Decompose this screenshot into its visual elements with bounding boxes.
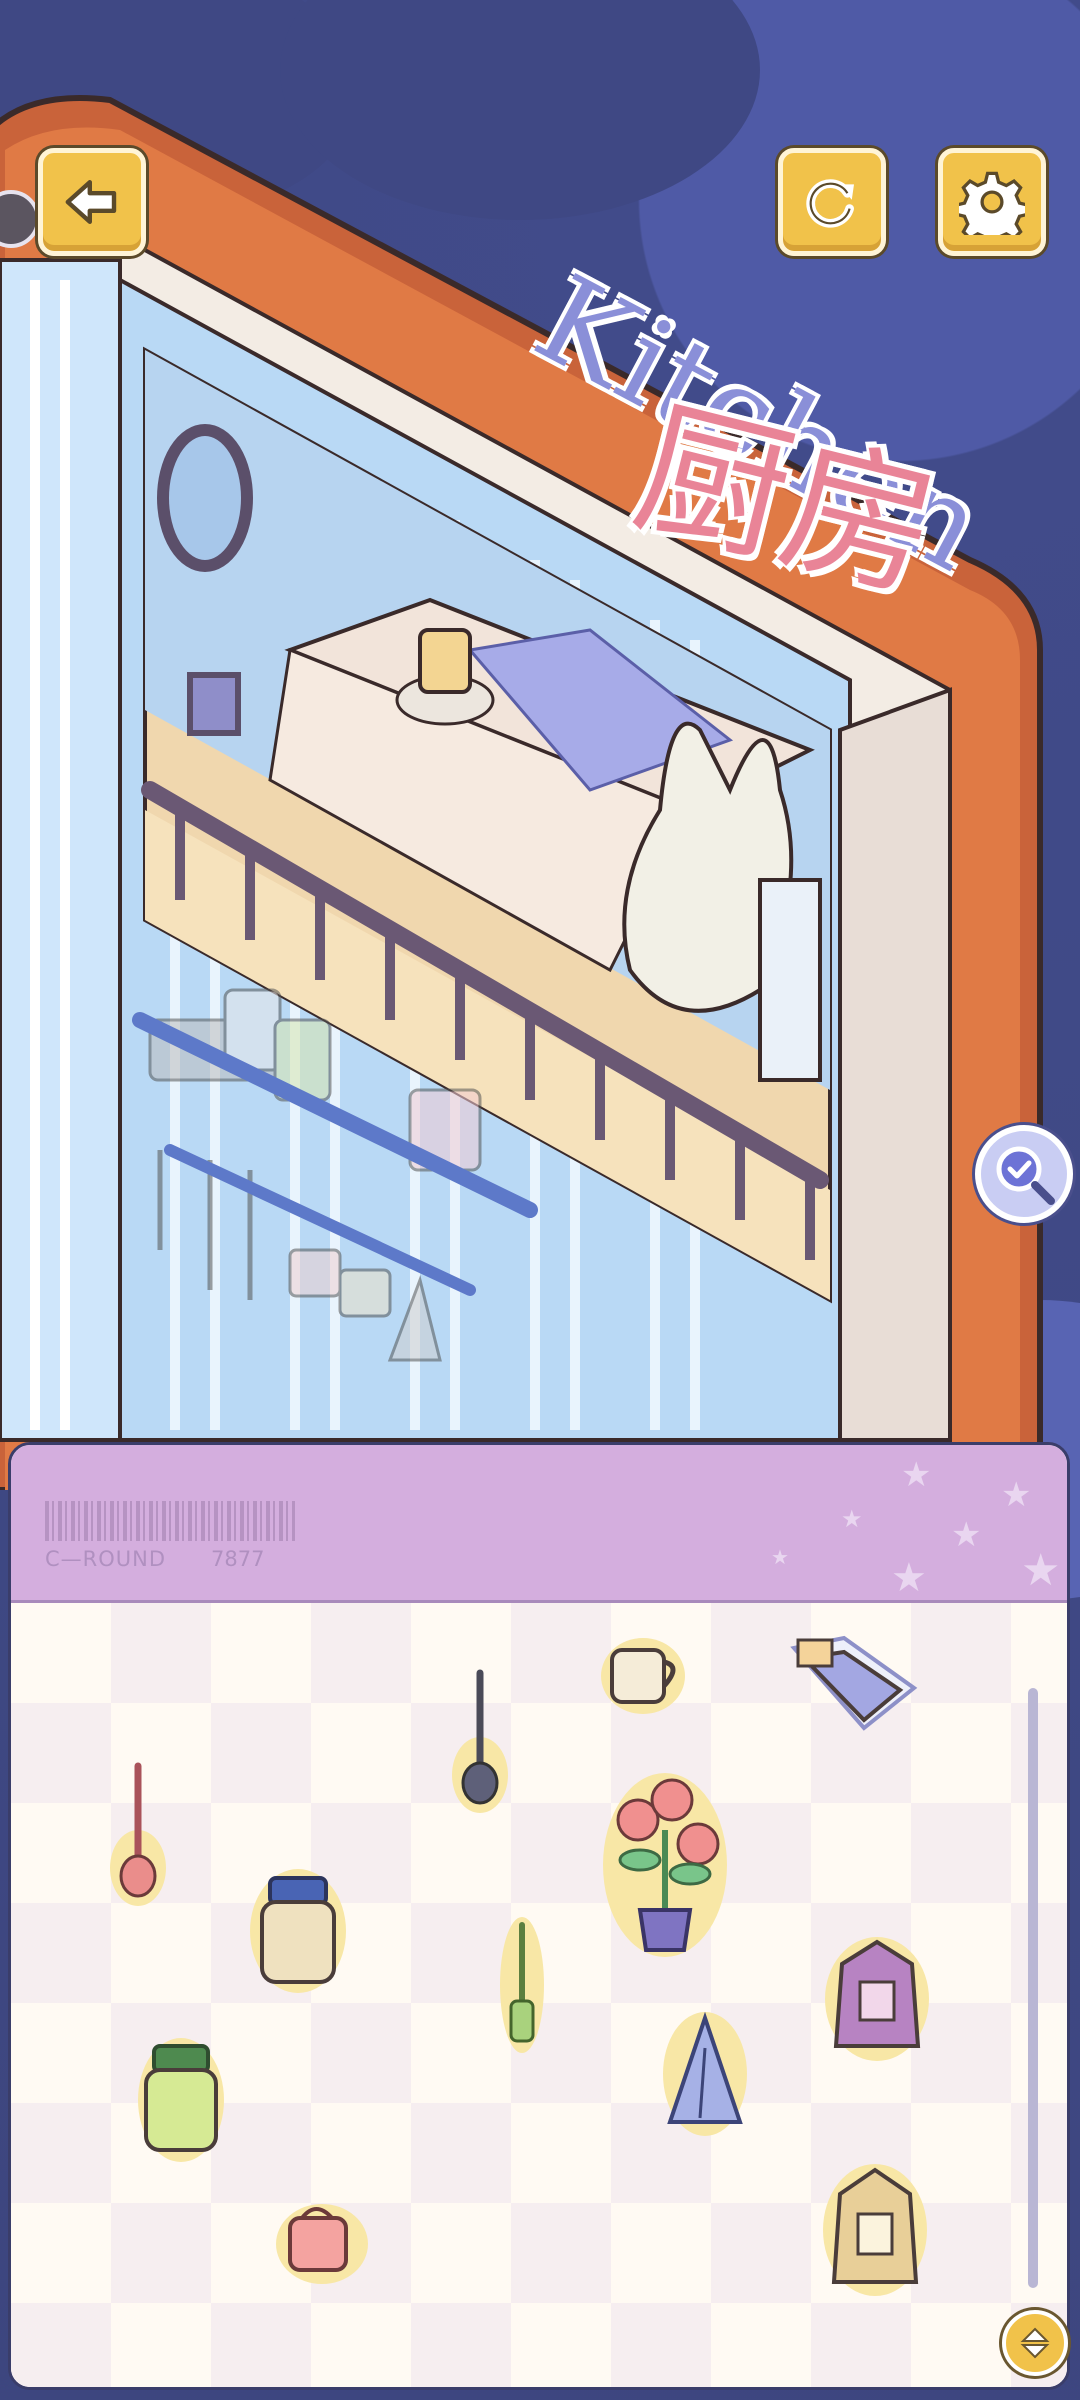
- star-decoration: ★: [1001, 1475, 1032, 1515]
- restart-icon: [806, 179, 854, 228]
- ladle-red-item[interactable]: [108, 1758, 168, 1912]
- bag-purple-item[interactable]: [822, 1934, 932, 2068]
- star-decoration: ★: [1021, 1545, 1061, 1596]
- star-decoration: ★: [951, 1515, 982, 1555]
- star-decoration: ★: [891, 1555, 927, 1601]
- tissue-box-purple-item[interactable]: [784, 1628, 924, 1742]
- barcode-graphic: [45, 1501, 295, 1541]
- mug-pink-item[interactable]: [272, 2196, 372, 2290]
- back-button[interactable]: [38, 148, 146, 256]
- potted-flower-item[interactable]: [600, 1770, 730, 1964]
- inventory-header: C—ROUND 7877 ★ ★ ★ ★ ★ ★ ★: [11, 1445, 1067, 1603]
- star-decoration: ★: [771, 1545, 789, 1569]
- ladle-dark-item[interactable]: [450, 1665, 510, 1819]
- restart-button[interactable]: [778, 148, 886, 256]
- towel-blue-item[interactable]: [660, 2008, 750, 2142]
- game-stage: Kitchen 厨房 C—ROUND 7877 ★ ★ ★ ★ ★ ★ ★: [0, 0, 1080, 2400]
- star-decoration: ★: [841, 1505, 863, 1533]
- settings-button[interactable]: [938, 148, 1046, 256]
- star-decoration: ★: [901, 1455, 932, 1495]
- jar-green-item[interactable]: [136, 2034, 226, 2168]
- inventory-scrollbar[interactable]: [1028, 1688, 1038, 2288]
- bag-tan-item[interactable]: [820, 2160, 930, 2304]
- round-label: C—ROUND: [45, 1547, 167, 1571]
- jar-cream-item[interactable]: [248, 1866, 348, 2000]
- back-arrow-icon: [65, 180, 117, 224]
- expand-toggle-button[interactable]: [1002, 2310, 1068, 2376]
- gear-icon: [959, 171, 1025, 235]
- up-down-arrow-icon: [1020, 2327, 1050, 2359]
- magnifier-check-icon: [996, 1146, 1055, 1205]
- spatula-green-item[interactable]: [497, 1915, 547, 2059]
- round-number: 7877: [211, 1547, 265, 1571]
- hint-button[interactable]: [975, 1125, 1073, 1223]
- kitchen-scene: [0, 95, 1043, 1490]
- mug-cream-item[interactable]: [598, 1628, 688, 1722]
